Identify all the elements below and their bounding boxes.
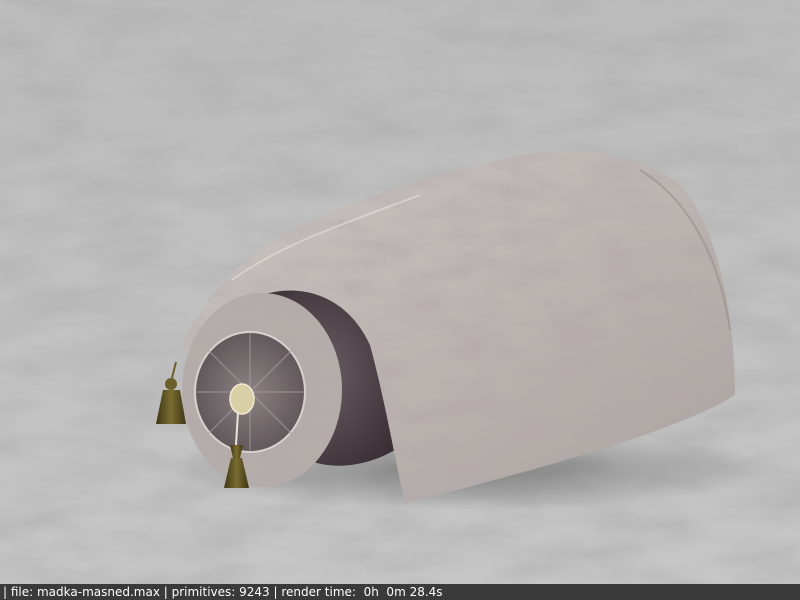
- center-button: [229, 383, 255, 415]
- status-primitives: | primitives: 9243: [159, 585, 270, 599]
- render-status-bar: | file: madka-masned.max | primitives: 9…: [0, 584, 800, 600]
- status-file: | file: madka-masned.max: [3, 585, 160, 599]
- status-render-time: | render time: 0h 0m 28.4s: [269, 585, 443, 599]
- rendered-scene: [0, 0, 800, 584]
- render-viewport: | file: madka-masned.max | primitives: 9…: [0, 0, 800, 600]
- bolster-end-cap: [182, 293, 342, 487]
